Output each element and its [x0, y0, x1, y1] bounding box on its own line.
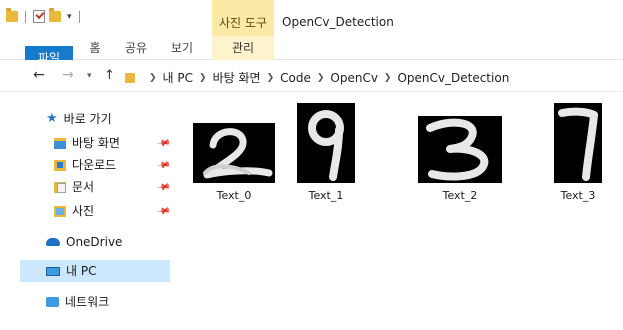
sidebar-item-label: 다운로드: [72, 158, 117, 172]
chevron-right-icon[interactable]: ❯: [199, 73, 207, 83]
folder-icon: [125, 72, 135, 83]
breadcrumb-desktop[interactable]: 바탕 화면: [213, 69, 261, 86]
picture-tools-context-header: 사진 도구: [212, 0, 274, 36]
title-bar: ▾ 사진 도구 OpenCv_Detection: [0, 0, 623, 36]
downloads-icon: [54, 159, 66, 171]
desktop-icon: [54, 137, 66, 149]
tab-manage[interactable]: 관리: [212, 36, 274, 60]
chevron-right-icon[interactable]: ❯: [384, 73, 392, 83]
file-name: Text_3: [560, 189, 596, 202]
image-thumbnail: [554, 103, 602, 183]
file-name: Text_2: [442, 189, 478, 202]
up-arrow-icon[interactable]: ↑: [104, 68, 115, 83]
pin-icon[interactable]: 📌: [156, 159, 171, 174]
quick-access-toolbar: ▾: [6, 8, 83, 23]
breadcrumb-code[interactable]: Code: [280, 71, 311, 85]
chevron-right-icon[interactable]: ❯: [267, 73, 275, 83]
folder-icon[interactable]: [6, 8, 18, 22]
image-thumbnail: [418, 116, 502, 183]
pin-icon[interactable]: 📌: [156, 181, 171, 196]
file-name: Text_0: [216, 189, 252, 202]
sidebar-item-label: 바탕 화면: [72, 136, 120, 150]
recent-locations-chevron-icon[interactable]: ▾: [87, 71, 92, 81]
sidebar-item-downloads[interactable]: 다운로드: [54, 154, 116, 176]
sidebar-item-this-pc[interactable]: 내 PC: [20, 260, 170, 282]
back-arrow-icon[interactable]: ←: [33, 67, 45, 83]
navigation-pane: ★ 바로 가기 바탕 화면 📌 다운로드 📌 문서 📌 사진 📌 OneDriv…: [0, 92, 172, 330]
breadcrumb[interactable]: ❯ 내 PC ❯ 바탕 화면 ❯ Code ❯ OpenCv ❯ OpenCv_…: [125, 69, 509, 86]
pin-icon[interactable]: 📌: [156, 205, 171, 220]
breadcrumb-opencv-detection[interactable]: OpenCv_Detection: [397, 71, 509, 85]
documents-icon: [54, 181, 66, 193]
sidebar-item-desktop[interactable]: 바탕 화면: [54, 132, 120, 154]
sidebar-item-quick-access[interactable]: ★ 바로 가기: [46, 108, 112, 130]
file-list: Text_0 Text_1 Text_2 Text_3: [172, 92, 623, 330]
address-bar: ← → ▾ ↑ ❯ 내 PC ❯ 바탕 화면 ❯ Code ❯ OpenCv ❯…: [0, 60, 623, 92]
file-item-text-3[interactable]: Text_3: [536, 103, 620, 202]
window-title: OpenCv_Detection: [282, 15, 394, 29]
image-thumbnail: [297, 103, 355, 183]
chevron-right-icon[interactable]: ❯: [317, 73, 325, 83]
file-item-text-1[interactable]: Text_1: [284, 103, 368, 202]
pin-icon[interactable]: 📌: [156, 137, 171, 152]
image-thumbnail: [193, 123, 275, 183]
forward-arrow-icon[interactable]: →: [62, 67, 74, 83]
sidebar-item-label: OneDrive: [66, 235, 123, 249]
sidebar-item-label: 사진: [72, 204, 95, 218]
sidebar-item-label: 네트워크: [65, 295, 110, 309]
toolbar-separator: [78, 10, 80, 23]
tab-home[interactable]: 홈: [80, 36, 110, 60]
computer-icon: [46, 266, 60, 276]
new-folder-icon[interactable]: [49, 8, 61, 22]
network-icon: [46, 297, 59, 307]
onedrive-cloud-icon: [46, 238, 60, 246]
ribbon-tabs: 파일 홈 공유 보기 관리: [0, 36, 623, 70]
context-tab-header-label: 사진 도구: [219, 16, 267, 30]
chevron-right-icon[interactable]: ❯: [149, 73, 157, 83]
toolbar-separator: [25, 10, 26, 23]
file-item-text-0[interactable]: Text_0: [192, 123, 276, 202]
sidebar-item-onedrive[interactable]: OneDrive: [46, 231, 122, 253]
tab-share[interactable]: 공유: [116, 36, 156, 60]
sidebar-item-label: 바로 가기: [63, 112, 112, 126]
sidebar-item-documents[interactable]: 문서: [54, 176, 94, 198]
breadcrumb-opencv[interactable]: OpenCv: [330, 71, 378, 85]
sidebar-item-label: 내 PC: [66, 264, 97, 278]
tab-view[interactable]: 보기: [162, 36, 202, 60]
sidebar-item-network[interactable]: 네트워크: [46, 291, 109, 313]
pictures-icon: [54, 205, 66, 217]
sidebar-item-pictures[interactable]: 사진: [54, 200, 94, 222]
file-name: Text_1: [308, 189, 344, 202]
sidebar-item-label: 문서: [72, 180, 95, 194]
file-item-text-2[interactable]: Text_2: [418, 116, 502, 202]
star-icon: ★: [46, 111, 58, 126]
customize-toolbar-icon[interactable]: ▾: [67, 12, 72, 22]
properties-icon[interactable]: [33, 10, 45, 23]
breadcrumb-this-pc[interactable]: 내 PC: [163, 69, 193, 86]
